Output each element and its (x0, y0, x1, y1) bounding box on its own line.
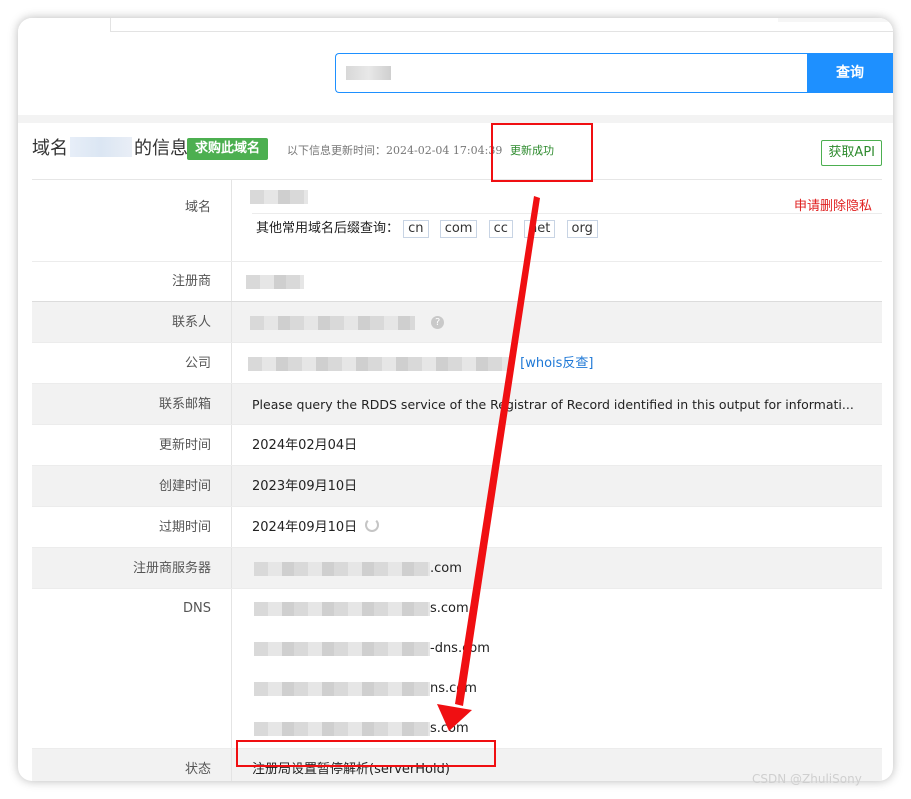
arrow-shaft (455, 196, 540, 706)
watermark: CSDN @ZhuliSony (752, 772, 862, 786)
arrow-head (437, 704, 472, 731)
annotation-arrow (437, 196, 540, 731)
